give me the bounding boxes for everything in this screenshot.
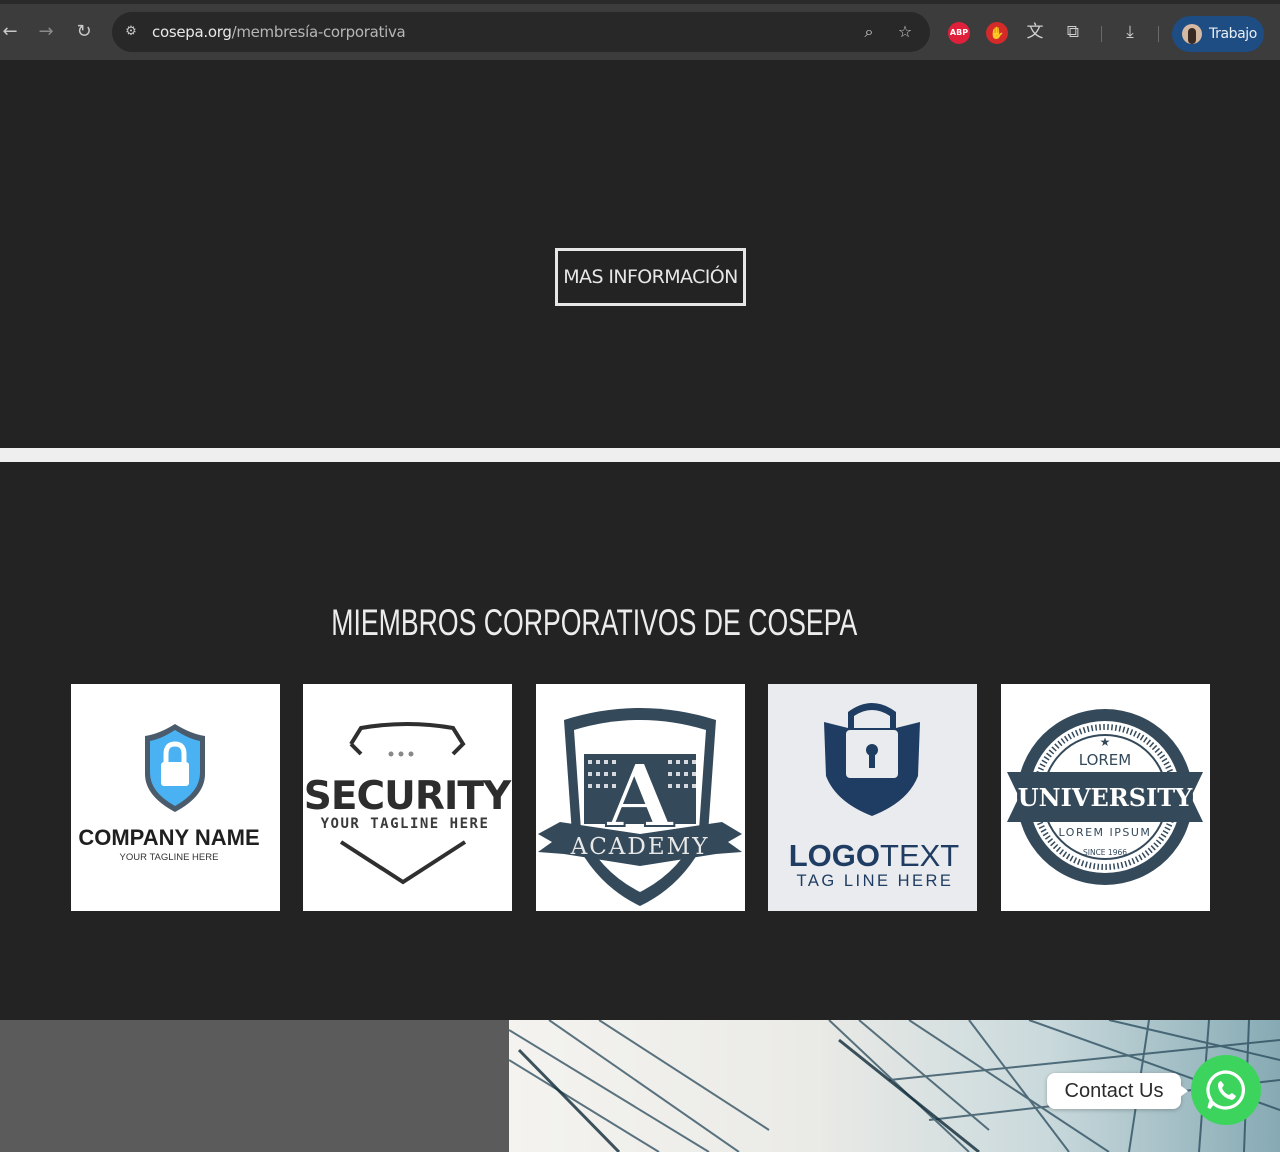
toolbar-separator xyxy=(1158,26,1159,42)
members-title: MIEMBROS CORPORATIVOS DE COSEPA xyxy=(331,602,858,643)
profile-label: Trabajo xyxy=(1209,26,1257,42)
academy-crest-icon: A ACADEMY xyxy=(536,684,745,911)
forward-icon[interactable]: → xyxy=(32,18,60,46)
university-top-text: LOREM xyxy=(1079,751,1131,769)
url-path: /membresía-corporativa xyxy=(231,23,406,41)
whatsapp-button[interactable] xyxy=(1191,1055,1261,1125)
section-divider xyxy=(0,448,1280,462)
download-icon[interactable]: ⤓ xyxy=(1118,20,1142,44)
logotext-light: TEXT xyxy=(880,838,959,873)
university-seal-icon: ★ LOREM UNIVERSITY LOREM IPSUM SINCE 196… xyxy=(1001,684,1210,911)
translate-icon[interactable]: 文 xyxy=(1023,20,1047,44)
shield-lock-icon: COMPANY NAME YOUR TAGLINE HERE xyxy=(71,684,280,911)
security-logo[interactable]: SECURITY YOUR TAGLINE HERE xyxy=(303,684,512,911)
logotext-text: LOGOTEXT xyxy=(789,838,960,873)
university-sub-text: LOREM IPSUM xyxy=(1059,826,1152,839)
address-bar[interactable]: ⚙ cosepa.org/membresía-corporativa ⌕ ☆ xyxy=(112,12,930,52)
extensions-puzzle-icon[interactable]: ⧉ xyxy=(1061,20,1085,44)
logotext-lock-icon: LOGOTEXT TAG LINE HERE xyxy=(768,684,977,911)
hero-section: MAS INFORMACIÓN xyxy=(0,60,1280,448)
stop-hand-icon[interactable]: ✋ xyxy=(986,22,1008,44)
url-domain: cosepa.org xyxy=(152,23,232,41)
site-settings-icon[interactable]: ⚙ xyxy=(122,23,140,41)
security-shield-icon: SECURITY YOUR TAGLINE HERE xyxy=(303,684,512,911)
company-tagline-text: YOUR TAGLINE HERE xyxy=(120,852,219,863)
security-text: SECURITY xyxy=(304,774,512,819)
university-text: UNIVERSITY xyxy=(1018,783,1193,812)
logotext-bold: LOGO xyxy=(789,838,880,873)
profile-button[interactable]: Trabajo xyxy=(1172,16,1264,52)
members-section: MIEMBROS CORPORATIVOS DE COSEPA COMPANY … xyxy=(0,462,1280,1020)
contact-us-label[interactable]: Contact Us xyxy=(1047,1073,1188,1109)
logotext-tagline-text: TAG LINE HERE xyxy=(797,872,954,890)
whatsapp-icon xyxy=(1206,1070,1246,1110)
url-text[interactable]: cosepa.org/membresía-corporativa xyxy=(152,23,406,41)
academy-logo[interactable]: A ACADEMY xyxy=(536,684,745,911)
zoom-icon[interactable]: ⌕ xyxy=(858,21,880,43)
logotext-logo[interactable]: LOGOTEXT TAG LINE HERE xyxy=(768,684,977,911)
avatar xyxy=(1182,24,1202,44)
toolbar-separator xyxy=(1101,26,1102,42)
svg-text:★: ★ xyxy=(1100,735,1111,749)
back-icon[interactable]: ← xyxy=(0,18,24,46)
adblock-plus-icon[interactable]: ABP xyxy=(948,22,970,44)
bookmark-star-icon[interactable]: ☆ xyxy=(894,21,916,43)
security-tagline-text: YOUR TAGLINE HERE xyxy=(321,816,490,832)
university-since-text: SINCE 1966 xyxy=(1083,848,1127,857)
reload-icon[interactable]: ↻ xyxy=(70,18,98,46)
university-logo[interactable]: ★ LOREM UNIVERSITY LOREM IPSUM SINCE 196… xyxy=(1001,684,1210,911)
academy-text: ACADEMY xyxy=(570,834,710,860)
company-name-text: COMPANY NAME xyxy=(78,825,259,850)
browser-toolbar: ← → ↻ ⚙ cosepa.org/membresía-corporativa… xyxy=(0,0,1280,60)
company-name-logo[interactable]: COMPANY NAME YOUR TAGLINE HERE xyxy=(71,684,280,911)
more-info-button[interactable]: MAS INFORMACIÓN xyxy=(555,248,746,306)
